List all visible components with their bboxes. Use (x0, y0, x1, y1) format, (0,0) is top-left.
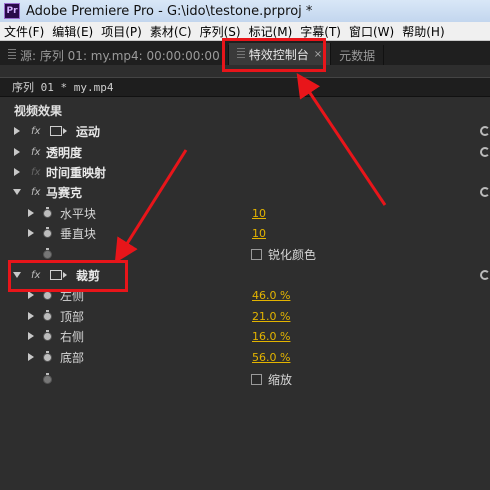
effect-row-mosaic[interactable]: fx 马赛克 (0, 182, 490, 202)
param-value-h-blocks[interactable]: 10 (252, 207, 266, 220)
reset-icon[interactable] (480, 187, 490, 197)
zoom-checkbox[interactable] (251, 373, 262, 385)
effect-label-motion: 运动 (76, 124, 101, 139)
effect-row-opacity[interactable]: fx 透明度 (0, 142, 490, 162)
sequence-clip-bar: 序列 01 * my.mp4 (0, 77, 490, 97)
value-number: 56.0 (252, 350, 277, 364)
menu-file[interactable]: 文件(F) (0, 23, 48, 40)
param-value-crop-right[interactable]: 16.0 % (252, 330, 290, 343)
expand-triangle-icon[interactable] (28, 209, 34, 217)
value-unit: % (280, 309, 291, 323)
collapse-triangle-icon[interactable] (13, 189, 21, 195)
window-title: Adobe Premiere Pro - G:\ido\testone.prpr… (26, 3, 313, 19)
expand-triangle-icon[interactable] (14, 127, 20, 135)
sharpen-colors-label: 锐化颜色 (268, 247, 317, 262)
tab-metadata[interactable]: 元数据 (331, 45, 385, 65)
menu-help[interactable]: 帮助(H) (398, 23, 448, 40)
stopwatch-icon[interactable] (43, 350, 52, 362)
tab-metadata-label: 元数据 (339, 48, 376, 63)
menu-marker[interactable]: 标记(M) (245, 23, 297, 40)
reset-icon[interactable] (480, 270, 490, 280)
param-row-crop-right: 右侧 16.0 % (0, 326, 490, 346)
zoom-label: 缩放 (268, 372, 293, 387)
expand-triangle-icon[interactable] (14, 168, 20, 176)
value-number: 46.0 (252, 288, 277, 302)
param-label-v-blocks: 垂直块 (60, 226, 97, 241)
expand-triangle-icon[interactable] (28, 353, 34, 361)
reset-icon[interactable] (480, 147, 490, 157)
param-row-v-blocks: 垂直块 10 (0, 223, 490, 243)
param-value-crop-bottom[interactable]: 56.0 % (252, 351, 290, 364)
value-unit: % (280, 288, 291, 302)
stopwatch-icon[interactable] (43, 329, 52, 341)
annotation-box-crop-effect (8, 260, 128, 292)
annotation-box-effect-controls-tab (222, 38, 326, 72)
param-value-crop-left[interactable]: 46.0 % (252, 289, 290, 302)
param-row-crop-bottom: 底部 56.0 % (0, 347, 490, 367)
param-label-crop-bottom: 底部 (60, 350, 85, 365)
value-number: 16.0 (252, 329, 277, 343)
param-row-crop-top: 顶部 21.0 % (0, 306, 490, 326)
expand-triangle-icon[interactable] (28, 332, 34, 340)
grip-icon (8, 49, 16, 61)
param-row-zoom: 缩放 (0, 369, 490, 389)
stopwatch-icon (43, 247, 52, 259)
section-title: 视频效果 (14, 104, 63, 118)
param-value-crop-top[interactable]: 21.0 % (252, 310, 290, 323)
sequence-clip-label: 序列 01 * my.mp4 (12, 81, 114, 94)
value-number: 21.0 (252, 309, 277, 323)
value-unit: % (280, 350, 291, 364)
param-value-v-blocks[interactable]: 10 (252, 227, 266, 240)
fx-icon[interactable]: fx (31, 126, 40, 137)
value-unit: % (280, 329, 291, 343)
effect-label-opacity: 透明度 (46, 145, 83, 160)
expand-triangle-icon[interactable] (28, 291, 34, 299)
effect-label-time-remap: 时间重映射 (46, 165, 107, 180)
expand-triangle-icon[interactable] (28, 229, 34, 237)
stopwatch-icon[interactable] (43, 309, 52, 321)
effect-label-mosaic: 马赛克 (46, 185, 83, 200)
param-label-crop-right: 右侧 (60, 329, 85, 344)
fx-icon[interactable]: fx (31, 147, 40, 158)
menu-window[interactable]: 窗口(W) (345, 23, 398, 40)
param-label-crop-top: 顶部 (60, 309, 85, 324)
param-label-h-blocks: 水平块 (60, 206, 97, 221)
menu-title[interactable]: 字幕(T) (296, 23, 345, 40)
reset-icon[interactable] (480, 126, 490, 136)
menu-edit[interactable]: 编辑(E) (48, 23, 97, 40)
menu-clip[interactable]: 素材(C) (146, 23, 196, 40)
expand-triangle-icon[interactable] (14, 148, 20, 156)
fx-icon[interactable]: fx (31, 187, 40, 198)
stopwatch-icon[interactable] (43, 206, 52, 218)
tab-source[interactable]: 源: 序列 01: my.mp4: 00:00:00:00 (0, 45, 229, 65)
premiere-app-icon: Pr (4, 3, 20, 19)
title-bar: Pr Adobe Premiere Pro - G:\ido\testone.p… (0, 0, 490, 22)
stopwatch-icon (43, 372, 52, 384)
effect-row-time-remap[interactable]: fx 时间重映射 (0, 162, 490, 182)
param-row-h-blocks: 水平块 10 (0, 203, 490, 223)
motion-transform-icon (50, 126, 67, 136)
expand-triangle-icon[interactable] (28, 312, 34, 320)
fx-icon: fx (31, 166, 41, 178)
tab-source-label: 源: 序列 01: my.mp4: 00:00:00:00 (20, 48, 220, 63)
effect-row-motion[interactable]: fx 运动 (0, 121, 490, 141)
menu-sequence[interactable]: 序列(S) (196, 23, 245, 40)
sharpen-colors-checkbox[interactable] (251, 248, 262, 260)
menu-project[interactable]: 项目(P) (97, 23, 146, 40)
stopwatch-icon[interactable] (43, 226, 52, 238)
